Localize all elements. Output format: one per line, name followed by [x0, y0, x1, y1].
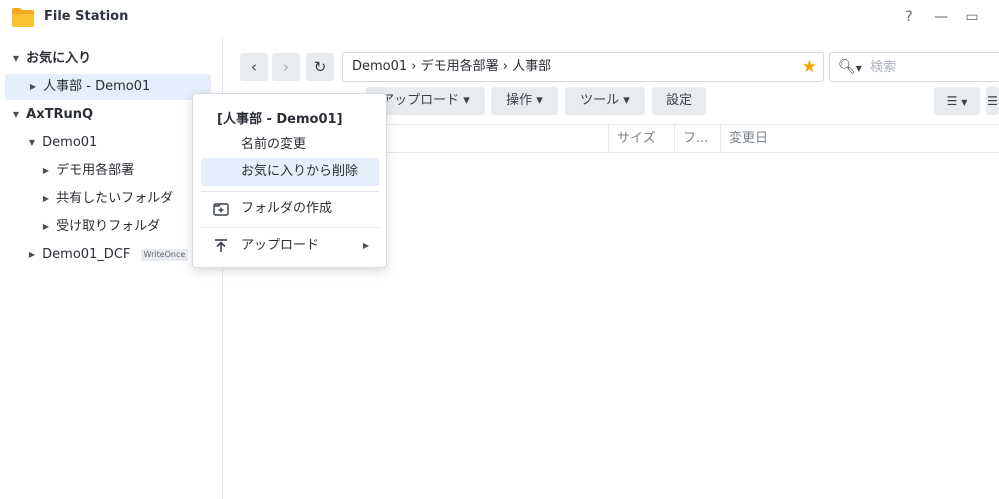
- tree-share-demo01-dcf[interactable]: ▶ Demo01_DCF WriteOnce: [26, 242, 189, 268]
- column-modified[interactable]: 変更日: [720, 125, 999, 152]
- menu-divider: [201, 191, 379, 192]
- caret-right-icon[interactable]: ▶: [26, 242, 38, 268]
- caret-right-icon[interactable]: ▶: [40, 186, 52, 212]
- path-text: Demo01 › デモ用各部署 › 人事部: [352, 59, 552, 74]
- menu-item-label: お気に入りから削除: [241, 164, 359, 179]
- tree-server[interactable]: ▼ AxTRunQ: [10, 102, 93, 128]
- writeonce-badge: WriteOnce: [140, 249, 189, 261]
- tree-item-favorite-jinji[interactable]: ▶ 人事部 - Demo01: [5, 74, 211, 100]
- menu-item-create-folder[interactable]: フォルダの作成: [201, 195, 379, 223]
- caret-down-icon[interactable]: ▼: [10, 102, 22, 128]
- context-menu: [人事部 - Demo01] 名前の変更 お気に入りから削除 フォルダの作成 ア…: [192, 93, 387, 268]
- sort-icon: ☰: [987, 94, 998, 108]
- action-button[interactable]: 操作 ▾: [491, 87, 558, 115]
- tools-button[interactable]: ツール ▾: [565, 87, 645, 115]
- caret-right-icon[interactable]: ▶: [40, 214, 52, 240]
- maximize-button[interactable]: ▭: [963, 8, 981, 26]
- app-title: File Station: [44, 9, 129, 24]
- tree-share-demo01[interactable]: ▼ Demo01: [26, 130, 97, 156]
- caret-down-icon[interactable]: ▼: [10, 46, 22, 72]
- tree-share-label: Demo01_DCF: [42, 247, 131, 262]
- tree-item-label: 共有したいフォルダ: [56, 191, 174, 206]
- favorite-star-icon[interactable]: ★: [802, 53, 817, 81]
- tree-item-folder[interactable]: ▶ デモ用各部署: [40, 158, 134, 184]
- back-button[interactable]: ‹: [240, 53, 268, 81]
- tree-server-label: AxTRunQ: [26, 107, 94, 122]
- menu-item-rename[interactable]: 名前の変更: [201, 131, 379, 159]
- settings-button[interactable]: 設定: [652, 87, 706, 115]
- tree-item-label: 人事部 - Demo01: [43, 79, 151, 94]
- chevron-down-icon: ▼: [961, 98, 968, 107]
- folder-plus-icon: [213, 203, 229, 216]
- caret-down-icon[interactable]: ▼: [26, 130, 38, 156]
- upload-icon: [215, 239, 227, 252]
- menu-divider: [201, 227, 379, 228]
- context-menu-title: [人事部 - Demo01]: [217, 112, 343, 127]
- menu-item-upload[interactable]: アップロード ▶: [201, 232, 379, 260]
- submenu-arrow-icon: ▶: [362, 241, 369, 250]
- minimize-button[interactable]: —: [932, 8, 950, 26]
- menu-item-label: 名前の変更: [241, 137, 307, 152]
- column-type[interactable]: フ...: [674, 125, 720, 152]
- list-view-icon: ☰: [946, 94, 958, 108]
- search-icon[interactable]: 🔍︎: [838, 59, 856, 75]
- sidebar-tree: ▼ お気に入り ▶ 人事部 - Demo01 ▼ AxTRunQ ▼ Demo0…: [0, 36, 223, 499]
- refresh-button[interactable]: ↻: [306, 53, 334, 81]
- menu-item-label: アップロード: [241, 238, 320, 253]
- tree-favorites[interactable]: ▼ お気に入り: [10, 46, 91, 72]
- file-station-folder-icon: [12, 8, 34, 27]
- tree-share-label: Demo01: [42, 135, 98, 150]
- tree-item-label: 受け取りフォルダ: [56, 219, 161, 234]
- column-size[interactable]: サイズ: [608, 125, 674, 152]
- search-field[interactable]: 🔍︎▼ 検索: [829, 52, 999, 82]
- tree-item-label: デモ用各部署: [56, 163, 135, 178]
- menu-item-label: フォルダの作成: [241, 201, 333, 216]
- forward-button[interactable]: ›: [272, 53, 300, 81]
- help-button[interactable]: ?: [900, 8, 918, 26]
- view-mode-button[interactable]: ☰ ▼: [934, 87, 980, 115]
- title-bar: File Station ? — ▭: [0, 0, 999, 36]
- path-bar[interactable]: Demo01 › デモ用各部署 › 人事部 ★: [342, 52, 824, 82]
- chevron-down-icon[interactable]: ▼: [856, 64, 862, 73]
- tree-item-folder[interactable]: ▶ 受け取りフォルダ: [40, 214, 160, 240]
- menu-item-remove-favorite[interactable]: お気に入りから削除: [201, 158, 379, 186]
- sort-button[interactable]: ☰: [986, 87, 999, 115]
- tree-favorites-label: お気に入り: [26, 51, 92, 66]
- search-placeholder: 検索: [870, 60, 897, 75]
- caret-right-icon[interactable]: ▶: [40, 158, 52, 184]
- tree-item-folder[interactable]: ▶ 共有したいフォルダ: [40, 186, 173, 212]
- caret-right-icon[interactable]: ▶: [27, 74, 39, 100]
